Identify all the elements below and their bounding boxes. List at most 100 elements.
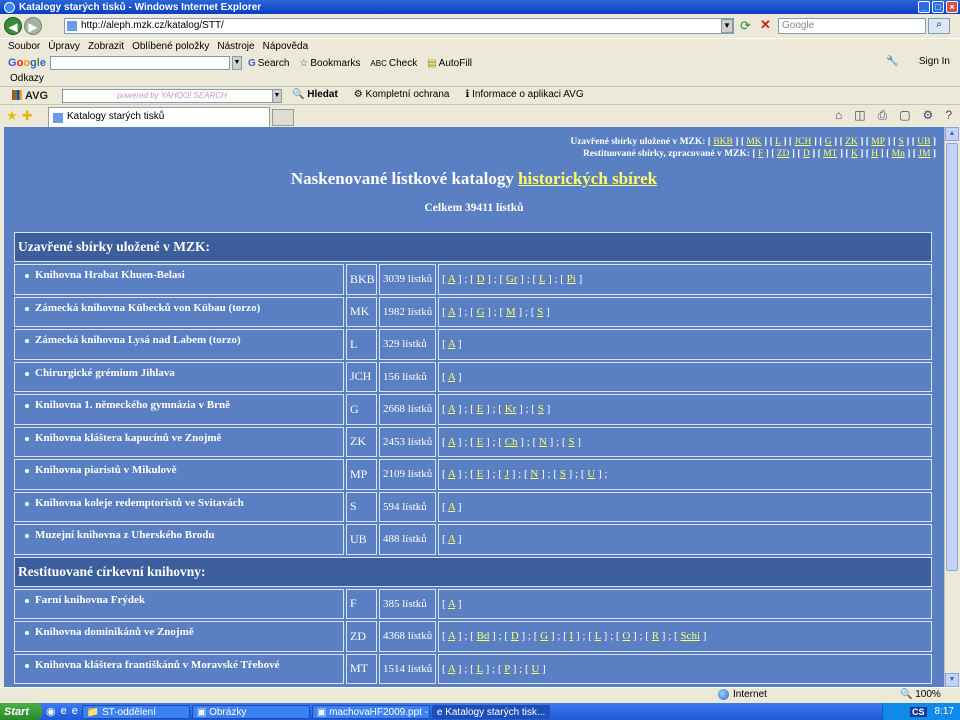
avg-search-button[interactable]: 🔍 Hledat [292, 89, 338, 100]
letter-link-pi[interactable]: Pi [567, 273, 576, 285]
menu-tools[interactable]: Nástroje [217, 41, 254, 52]
letter-link-ch[interactable]: Ch [505, 436, 518, 448]
taskbar-button-st-oddeleni[interactable]: 📁 ST-oddělení [81, 704, 190, 719]
letter-link-u[interactable]: U [531, 663, 539, 675]
print-icon[interactable]: ⎙ [878, 108, 888, 123]
closed-link-l[interactable]: L [775, 137, 781, 147]
restituted-link-zd[interactable]: ZD [777, 149, 790, 159]
add-favorites-icon[interactable]: ✚ [22, 108, 33, 124]
letter-link-e[interactable]: E [477, 403, 484, 415]
links-label[interactable]: Odkazy [10, 73, 44, 84]
stop-icon[interactable]: ✕ [760, 17, 771, 33]
google-bookmarks-button[interactable]: ☆ Bookmarks [299, 58, 360, 69]
avg-info-button[interactable]: ℹ Informace o aplikaci AVG [466, 89, 584, 100]
letter-link-e[interactable]: E [477, 468, 484, 480]
feeds-icon[interactable]: ◫ [854, 108, 865, 123]
letter-link-j[interactable]: J [505, 468, 509, 480]
letter-link-i[interactable]: I [570, 630, 574, 642]
taskbar-button-ppt[interactable]: ▣ machovaHF2009.ppt - Op... [311, 704, 430, 719]
zoom-control[interactable]: 🔍 100% [900, 689, 941, 700]
letter-link-a[interactable]: A [448, 468, 455, 480]
letter-link-p[interactable]: P [504, 663, 510, 675]
letter-link-a[interactable]: A [448, 338, 455, 350]
menu-file[interactable]: Soubor [8, 41, 40, 52]
new-tab-button[interactable] [272, 109, 294, 126]
letter-link-a[interactable]: A [448, 533, 455, 545]
taskbar-button-obrazky[interactable]: ▣ Obrázky [191, 704, 310, 719]
letter-link-schi[interactable]: Schi [680, 630, 700, 642]
restituted-link-mt[interactable]: MT [823, 149, 837, 159]
closed-link-mp[interactable]: MP [871, 137, 885, 147]
google-check-button[interactable]: ABC Check [370, 58, 417, 69]
close-button[interactable]: × [946, 1, 958, 13]
letter-link-a[interactable]: A [448, 371, 455, 383]
closed-link-g[interactable]: G [825, 137, 832, 147]
menu-help[interactable]: Nápověda [263, 41, 309, 52]
scroll-down-button[interactable]: ▼ [945, 673, 959, 687]
scroll-up-button[interactable]: ▲ [945, 127, 959, 141]
restituted-link-d[interactable]: D [803, 149, 810, 159]
menu-edit[interactable]: Úpravy [48, 41, 80, 52]
scroll-thumb[interactable] [946, 143, 958, 571]
letter-link-g[interactable]: G [540, 630, 548, 642]
closed-link-s[interactable]: S [898, 137, 903, 147]
tools-gear-icon[interactable]: ⚙ [923, 108, 934, 123]
letter-link-n[interactable]: N [530, 468, 538, 480]
letter-link-o[interactable]: O [622, 630, 630, 642]
letter-link-bd[interactable]: Bd [477, 630, 490, 642]
menu-view[interactable]: Zobrazit [88, 41, 124, 52]
letter-link-d[interactable]: D [511, 630, 519, 642]
quicklaunch-ie2-icon[interactable]: e [72, 705, 78, 718]
tab-katalogy[interactable]: Katalogy starých tisků [48, 107, 270, 127]
restituted-link-h[interactable]: H [871, 149, 878, 159]
letter-link-e[interactable]: E [477, 436, 484, 448]
letter-link-s[interactable]: S [560, 468, 566, 480]
favorites-star-icon[interactable]: ★ [6, 108, 18, 124]
letter-link-l[interactable]: L [477, 663, 483, 675]
google-autofill-button[interactable]: ▤ AutoFill [427, 58, 472, 69]
page-menu-icon[interactable]: ▢ [899, 108, 910, 123]
avg-dropdown[interactable]: ▼ [272, 89, 282, 103]
start-button[interactable]: Start [0, 703, 42, 720]
closed-link-mk[interactable]: MK [746, 137, 761, 147]
letter-link-a[interactable]: A [448, 436, 455, 448]
avg-search-input[interactable]: powered by YAHOO! SEARCH [62, 89, 282, 103]
letter-link-a[interactable]: A [448, 663, 455, 675]
letter-link-l[interactable]: L [595, 630, 601, 642]
restituted-link-jm[interactable]: JM [918, 149, 930, 159]
avg-protection-button[interactable]: ⚙ Kompletní ochrana [354, 89, 450, 100]
restituted-link-mn[interactable]: Mn [892, 149, 905, 159]
letter-link-r[interactable]: R [652, 630, 659, 642]
maximize-button[interactable]: □ [932, 1, 944, 13]
restituted-link-f[interactable]: F [758, 149, 763, 159]
closed-link-ub[interactable]: UB [917, 137, 930, 147]
letter-link-a[interactable]: A [448, 273, 455, 285]
letter-link-a[interactable]: A [448, 501, 455, 513]
wrench-icon[interactable]: 🔧 [886, 56, 898, 67]
language-indicator[interactable]: CS [910, 706, 927, 717]
minimize-button[interactable]: _ [918, 1, 930, 13]
search-icon[interactable]: ⌕ [928, 18, 950, 34]
letter-link-a[interactable]: A [448, 403, 455, 415]
letter-link-d[interactable]: D [477, 273, 485, 285]
closed-link-jch[interactable]: JCH [794, 137, 811, 147]
letter-link-g[interactable]: G [477, 306, 485, 318]
letter-link-a[interactable]: A [448, 630, 455, 642]
address-dropdown-button[interactable]: ▼ [721, 19, 733, 33]
forward-button[interactable]: ▶ [24, 17, 42, 35]
sign-in-link[interactable]: Sign In [919, 56, 950, 67]
help-icon[interactable]: ? [945, 108, 952, 123]
menu-favorites[interactable]: Oblíbené položky [132, 41, 209, 52]
letter-link-kr[interactable]: Kr [505, 403, 517, 415]
quicklaunch-icon[interactable]: ◉ [46, 705, 56, 718]
google-dropdown[interactable]: ▼ [231, 56, 242, 70]
google-search-input[interactable] [49, 56, 230, 70]
taskbar-button-katalogy[interactable]: e Katalogy starých tisk... [431, 704, 550, 719]
letter-link-a[interactable]: A [448, 306, 455, 318]
restituted-link-k[interactable]: K [851, 149, 858, 159]
letter-link-m[interactable]: M [506, 306, 516, 318]
letter-link-s[interactable]: S [537, 306, 543, 318]
letter-link-l[interactable]: L [539, 273, 545, 285]
letter-link-u[interactable]: U [587, 468, 595, 480]
vertical-scrollbar[interactable]: ▲ ▼ [944, 127, 959, 687]
